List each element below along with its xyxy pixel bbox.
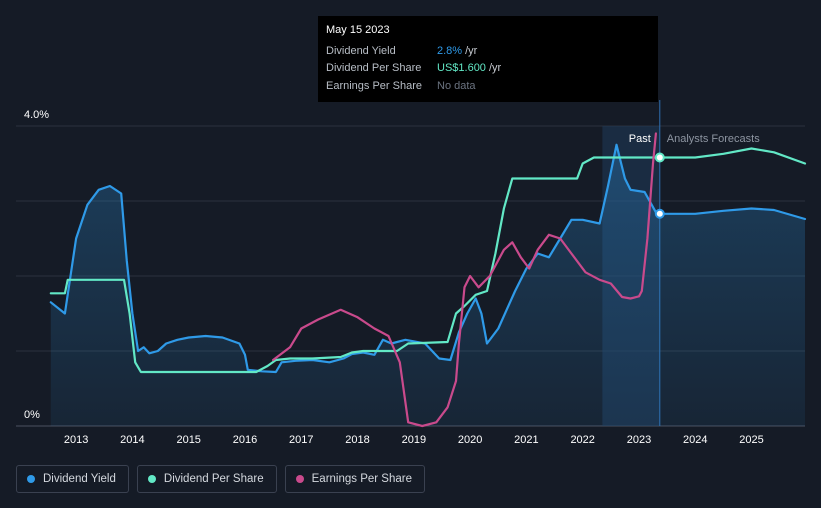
tooltip-label: Earnings Per Share (326, 79, 422, 92)
tooltip-label: Dividend Yield (326, 44, 396, 57)
y-tick-label-top: 4.0% (24, 109, 49, 121)
x-tick-label: 2021 (514, 434, 538, 446)
legend-label: Dividend Yield (43, 473, 116, 485)
x-tick-label: 2013 (64, 434, 88, 446)
x-tick-label: 2017 (289, 434, 313, 446)
x-tick-label: 2022 (570, 434, 594, 446)
x-tick-labels: 2013 2014 2015 2016 2017 2018 2019 2020 2021 2022… (64, 434, 764, 446)
tooltip-value: 2.8% (437, 44, 463, 57)
legend-item-earnings-per-share[interactable]: Earnings Per Share (284, 465, 425, 493)
past-label: Past (629, 133, 651, 145)
legend-dot-icon (295, 475, 304, 483)
x-tick-label: 2014 (120, 434, 144, 446)
tooltip-label: Dividend Per Share (326, 62, 422, 75)
x-tick-label: 2025 (739, 434, 763, 446)
x-tick-label: 2020 (458, 434, 482, 446)
x-tick-label: 2019 (402, 434, 426, 446)
marker-point (654, 152, 665, 163)
tooltip-value: No data (437, 79, 476, 92)
tooltip-unit: /yr (488, 62, 502, 75)
y-tick-label-bottom: 0% (24, 409, 40, 421)
tooltip-date: May 15 2023 (326, 24, 390, 36)
legend-label: Dividend Per Share (163, 473, 264, 485)
tooltip-row-dividend-yield: Dividend Yield 2.8% /yr (326, 42, 650, 60)
dividend-yield-area (50, 144, 806, 427)
x-tick-label: 2015 (176, 434, 200, 446)
legend-item-dividend-yield[interactable]: Dividend Yield (16, 465, 129, 493)
series-lines (49, 132, 807, 428)
legend-label: Earnings Per Share (311, 473, 412, 485)
chart-legend: Dividend Yield Dividend Per Share Earnin… (16, 465, 425, 493)
hover-tooltip: May 15 2023 Dividend Yield 2.8% /yr Divi… (318, 16, 658, 102)
analysts-forecasts-label: Analysts Forecasts (667, 133, 760, 145)
legend-dot-icon (27, 475, 35, 483)
tooltip-row-dividend-per-share: Dividend Per Share US$1.600 /yr (326, 60, 650, 78)
x-tick-label: 2024 (683, 434, 707, 446)
x-tick-label: 2023 (627, 434, 651, 446)
x-tick-label: 2016 (233, 434, 257, 446)
legend-item-dividend-per-share[interactable]: Dividend Per Share (136, 465, 277, 493)
legend-dot-icon (147, 475, 156, 483)
tooltip-value: US$1.600 (437, 62, 486, 75)
x-tick-label: 2018 (345, 434, 369, 446)
tooltip-row-earnings-per-share: Earnings Per Share No data (326, 77, 650, 95)
marker-point (654, 208, 665, 219)
tooltip-unit: /yr (465, 44, 478, 57)
